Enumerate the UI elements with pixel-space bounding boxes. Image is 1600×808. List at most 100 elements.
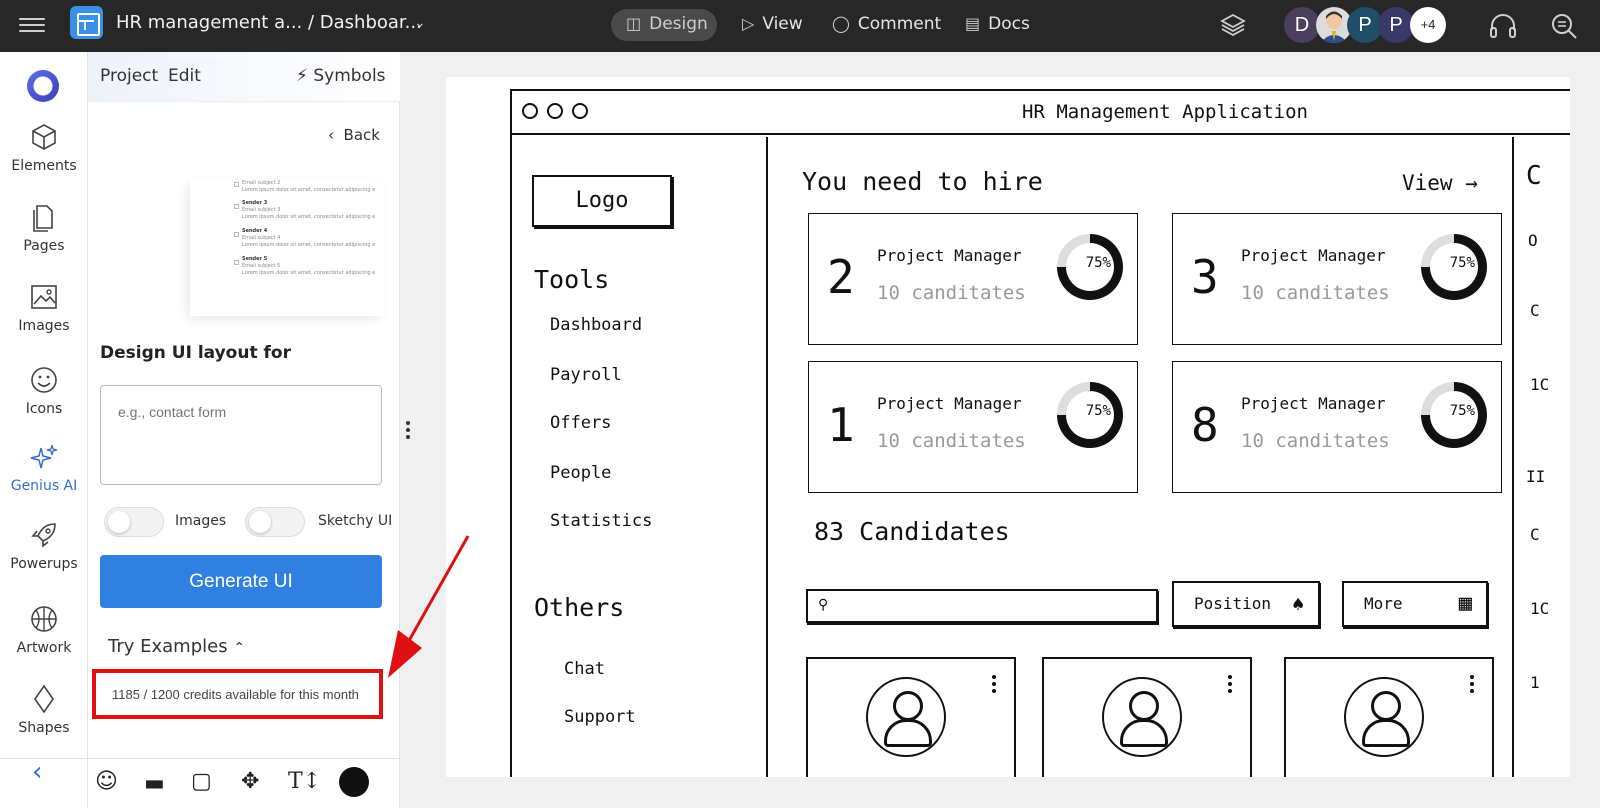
avatar-p2[interactable]: P [1378, 7, 1414, 43]
project-title[interactable]: HR management a... / Dashboar... [116, 12, 422, 33]
menu-project[interactable]: Project [100, 66, 158, 86]
nav-item-statistics[interactable]: Statistics [550, 511, 652, 531]
right-col-text: C [1530, 525, 1540, 544]
candidate-avatar-icon [866, 677, 946, 757]
tab-design[interactable]: ◫ Design [626, 14, 708, 34]
text-tool-icon[interactable]: T↕ [288, 769, 321, 794]
panel-resize-handle-icon[interactable] [405, 421, 411, 441]
rail-item-shapes[interactable]: Shapes [0, 684, 88, 736]
left-rail: Elements Pages Images Icons Genius AI Po… [0, 52, 88, 808]
tab-view[interactable]: ▷ View [742, 14, 803, 34]
layers-icon[interactable] [1220, 12, 1246, 38]
brand-logo-icon[interactable] [27, 70, 59, 102]
comment-icon: ◯ [832, 14, 850, 33]
window-dot-icon [547, 103, 563, 119]
rocket-icon [31, 523, 56, 548]
generate-ui-button[interactable]: Generate UI [100, 555, 382, 608]
position-filter-button[interactable]: Position ♠︎ [1172, 581, 1320, 627]
rectangle-tool-icon[interactable]: ▢ [191, 769, 212, 794]
rail-divider [0, 758, 88, 759]
images-toggle[interactable] [104, 507, 164, 537]
hamburger-menu-icon[interactable] [19, 14, 45, 36]
top-bar: HR management a... / Dashboar... ⌄ ◫ Desi… [0, 0, 1600, 52]
hire-count: 2 [827, 250, 855, 304]
sketch-style-icon[interactable] [339, 767, 369, 797]
rail-item-images[interactable]: Images [0, 282, 88, 334]
bottom-toolbar: ☺ ▬ ▢ ✥ T↕ [88, 758, 400, 808]
preview-row: Lorem ipsum dolor sit amet, consectetur … [242, 242, 376, 248]
headset-icon[interactable] [1488, 12, 1518, 40]
view-link[interactable]: View → [1402, 171, 1478, 195]
line-tool-icon[interactable]: ▬ [144, 771, 165, 796]
preview-checkbox [234, 204, 239, 209]
window-dot-icon [572, 103, 588, 119]
pages-icon [33, 205, 53, 232]
rail-item-powerups[interactable]: Powerups [0, 520, 88, 572]
preview-row: Email subject 4 [242, 235, 281, 241]
rail-item-label: Elements [11, 158, 77, 174]
preview-row: Email subject 3 [242, 207, 281, 213]
progress-percent: 75% [1449, 403, 1475, 419]
progress-percent: 75% [1449, 255, 1475, 271]
tab-comment[interactable]: ◯ Comment [832, 14, 941, 34]
kebab-menu-icon[interactable] [1228, 675, 1232, 696]
try-examples-toggle[interactable]: Try Examples ⌃ [108, 636, 245, 657]
hire-card[interactable]: 3 Project Manager 10 canditates 75% [1172, 213, 1502, 345]
rail-item-label: Shapes [18, 720, 70, 736]
hire-card[interactable]: 1 Project Manager 10 canditates 75% [808, 361, 1138, 493]
tab-comment-label: Comment [857, 14, 942, 34]
kebab-menu-icon[interactable] [1470, 675, 1474, 696]
preview-row: Lorem ipsum dolor sit amet, consectetur … [242, 187, 376, 193]
rail-item-genius-ai[interactable]: Genius AI [0, 442, 88, 494]
rail-item-pages[interactable]: Pages [0, 202, 88, 254]
candidate-avatar-icon [1102, 677, 1182, 757]
nav-item-offers[interactable]: Offers [550, 413, 611, 433]
sketchy-ui-toggle[interactable] [245, 507, 305, 537]
layout-prompt-input[interactable] [100, 385, 382, 485]
nav-item-support[interactable]: Support [564, 707, 636, 727]
sparkle-icon [30, 444, 58, 469]
app-title: HR Management Application [1022, 101, 1308, 123]
candidate-avatar-icon [1344, 677, 1424, 757]
tools-heading: Tools [534, 265, 610, 294]
more-label: More [1364, 594, 1403, 613]
sketchy-ui-toggle-label: Sketchy UI [318, 513, 393, 529]
nav-item-dashboard[interactable]: Dashboard [550, 315, 642, 335]
rail-item-label: Images [18, 318, 70, 334]
preview-row: Sender 4 [242, 228, 268, 234]
candidate-card[interactable] [1042, 657, 1252, 777]
move-tool-icon[interactable]: ✥ [241, 769, 259, 794]
rail-item-artwork[interactable]: Artwork [0, 604, 88, 656]
symbols-link[interactable]: ⚡︎ Symbols [296, 66, 386, 86]
nav-item-payroll[interactable]: Payroll [550, 365, 622, 385]
app-logo-icon[interactable] [70, 6, 103, 39]
annotation-arrow-icon [388, 535, 470, 678]
emoji-tool-icon[interactable]: ☺ [95, 769, 118, 794]
example-preview-thumbnail[interactable]: Email subject 2 Lorem ipsum dolor sit am… [190, 180, 384, 316]
nav-item-people[interactable]: People [550, 463, 611, 483]
tab-docs[interactable]: ▤ Docs [965, 14, 1030, 34]
nav-item-chat[interactable]: Chat [564, 659, 605, 679]
candidate-card[interactable] [806, 657, 1016, 777]
collapse-chevron-icon[interactable]: ‹ [32, 757, 42, 787]
artboard[interactable]: HR Management Application Logo Tools Das… [446, 77, 1570, 777]
chevron-down-icon[interactable]: ⌄ [414, 15, 426, 31]
search-menu-icon[interactable] [1550, 12, 1578, 40]
candidate-search-input[interactable]: ⚲ [806, 589, 1158, 623]
more-button[interactable]: More ▦ [1342, 581, 1488, 627]
hire-card[interactable]: 2 Project Manager 10 canditates 75% [808, 213, 1138, 345]
avatar-d[interactable]: D [1284, 7, 1320, 43]
credits-text: 1185 / 1200 credits available for this m… [112, 687, 359, 702]
kebab-menu-icon[interactable] [992, 675, 996, 696]
hire-card[interactable]: 8 Project Manager 10 canditates 75% [1172, 361, 1502, 493]
avatar-more[interactable]: +4 [1410, 7, 1446, 43]
rail-item-elements[interactable]: Elements [0, 122, 88, 174]
candidate-card[interactable] [1284, 657, 1494, 777]
right-col-text: 1 [1530, 673, 1540, 692]
menu-edit[interactable]: Edit [168, 66, 201, 86]
rail-item-label: Genius AI [10, 478, 78, 494]
back-button[interactable]: ‹ Back [328, 126, 380, 144]
rail-item-icons[interactable]: Icons [0, 365, 88, 417]
smiley-icon [31, 367, 57, 393]
lightning-icon: ⚡︎ [296, 66, 308, 86]
